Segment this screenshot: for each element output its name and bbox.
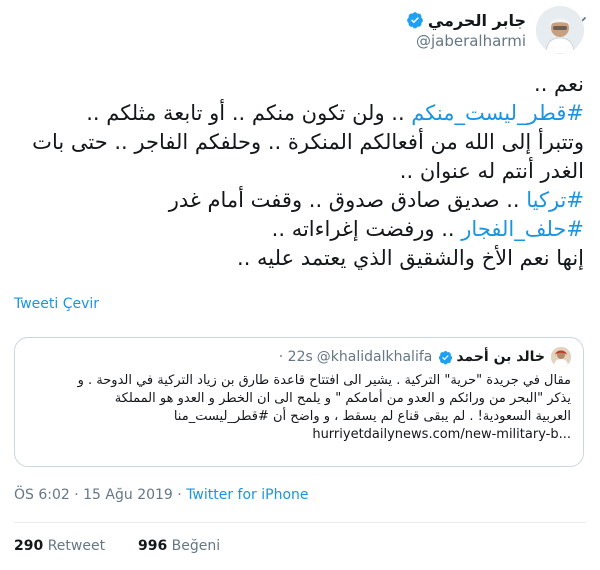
translate-tweet-link[interactable]: Tweeti Çevir	[14, 296, 99, 312]
quoted-author-name[interactable]: خالد بن أحمد	[456, 349, 545, 365]
hashtag-link[interactable]: #قطر_ليست_منكم	[411, 101, 584, 125]
hashtag-link[interactable]: #حلف_الفجار	[461, 217, 584, 241]
tweet-line: #قطر_ليست_منكم .. ولن تكون منكم .. أو تا…	[86, 101, 584, 125]
tweet-stats: 290 Retweet 996 Beğeni	[14, 538, 220, 554]
divider	[14, 522, 586, 523]
tweet-client-link[interactable]: Twitter for iPhone	[186, 487, 308, 503]
tweet-line: #حلف_الفجار .. ورفضت إغراءاته ..	[271, 217, 584, 241]
tweet-meta: ÖS 6:02 · 15 Ağu 2019 · Twitter for iPho…	[14, 487, 309, 503]
tweet-line: إنها نعم الأخ والشقيق الذي يعتمد عليه ..	[237, 246, 584, 270]
tweet-author[interactable]: جابر الحرمي @jaberalharmi	[406, 6, 584, 54]
verified-badge-icon	[439, 350, 453, 364]
quoted-avatar	[551, 347, 571, 367]
tweet-timestamp[interactable]: ÖS 6:02 · 15 Ağu 2019 ·	[14, 487, 186, 503]
tweet-text: نعم .. #قطر_ليست_منكم .. ولن تكون منكم .…	[14, 70, 584, 273]
author-name[interactable]: جابر الحرمي	[428, 11, 526, 30]
quoted-line: العربية السعودية! . لم يبقى قناع لم يسقط…	[173, 409, 571, 424]
tweet-line: الغدر أنتم له عنوان ..	[399, 159, 584, 183]
hashtag-link[interactable]: #تركيا	[526, 188, 584, 212]
verified-badge-icon	[406, 12, 423, 29]
quoted-link[interactable]: hurriyetdailynews.com/new-military-b...	[23, 426, 571, 444]
quoted-author-handle[interactable]: @khalidalkhalifa	[317, 349, 433, 365]
quoted-line: مقال في جريدة "حرية" التركية . يشير الى …	[77, 373, 571, 388]
avatar[interactable]	[536, 6, 584, 54]
retweet-count[interactable]: 290 Retweet	[14, 538, 105, 554]
tweet-line: وتتبرأ إلى الله من أفعالكم المنكرة .. وح…	[32, 130, 584, 154]
quoted-timestamp[interactable]: · 22s	[279, 349, 313, 365]
quoted-text: مقال في جريدة "حرية" التركية . يشير الى …	[23, 372, 571, 444]
author-handle[interactable]: @jaberalharmi	[416, 32, 526, 50]
quoted-line: يذكر "البحر من ورائكم و العدو من أمامكم …	[114, 391, 571, 406]
tweet-line: #تركيا .. صديق صادق صدوق .. وقفت أمام غد…	[168, 188, 584, 212]
tweet-line: نعم ..	[534, 72, 584, 96]
like-count[interactable]: 996 Beğeni	[138, 538, 220, 554]
quoted-tweet[interactable]: خالد بن أحمد @khalidalkhalifa · 22s مقال…	[14, 337, 584, 467]
